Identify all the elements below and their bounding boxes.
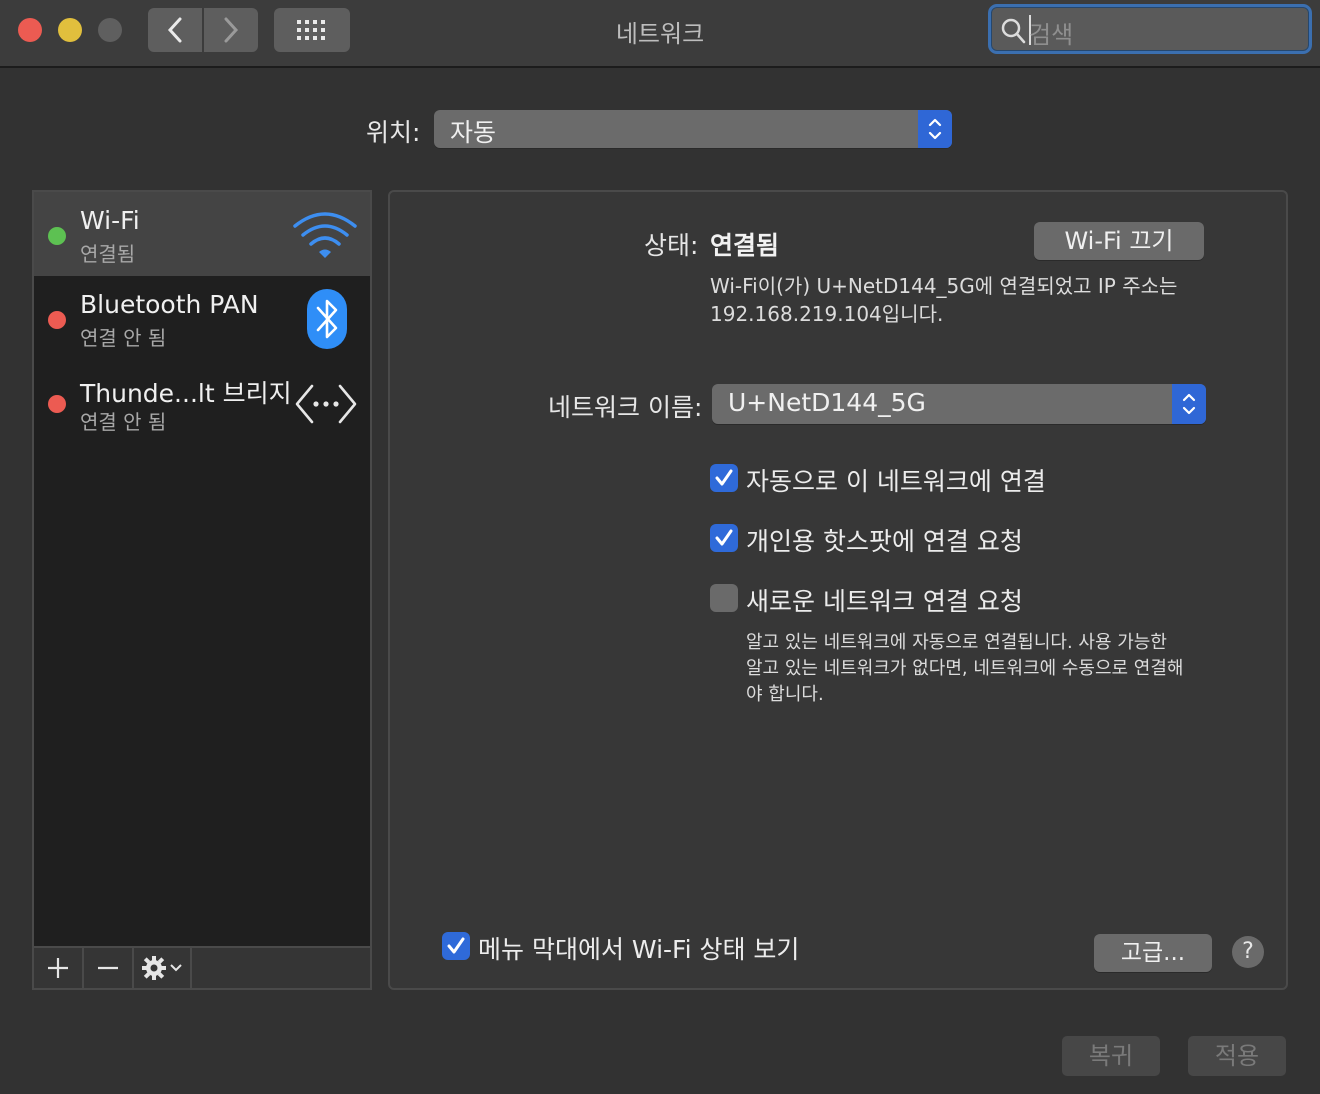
- location-label: 위치:: [366, 118, 421, 147]
- service-item-bluetooth-pan[interactable]: Bluetooth PAN 연결 안 됨: [34, 276, 370, 360]
- checkmark-icon: [715, 469, 733, 486]
- search-icon: [1001, 18, 1026, 44]
- status-label: 상태:: [644, 231, 699, 260]
- wifi-icon: [293, 212, 357, 258]
- back-button[interactable]: [148, 8, 202, 52]
- search-placeholder: 검색: [1029, 21, 1074, 49]
- status-description-line2: 192.168.219.104입니다.: [710, 302, 944, 326]
- action-menu-button[interactable]: [134, 948, 192, 988]
- ask-new-networks-checkbox[interactable]: [710, 584, 738, 612]
- service-name: Wi-Fi: [80, 206, 140, 235]
- hotspot-checkbox[interactable]: [710, 524, 738, 552]
- show-in-menu-bar-label[interactable]: 메뉴 막대에서 Wi-Fi 상태 보기: [478, 930, 799, 966]
- ask-description-line2: 알고 있는 네트워크가 없다면, 네트워크에 수동으로 연결해: [746, 658, 1184, 679]
- grid-icon: [297, 20, 325, 40]
- status-description-line1: Wi-Fi이(가) U+NetD144_5G에 연결되었고 IP 주소는: [710, 274, 1178, 298]
- bluetooth-icon: [307, 289, 347, 349]
- show-all-button[interactable]: [274, 8, 350, 52]
- service-item-wifi[interactable]: Wi-Fi 연결됨: [34, 192, 370, 276]
- location-stepper: [918, 110, 952, 148]
- chevron-down-icon: [170, 964, 182, 972]
- forward-button[interactable]: [204, 8, 258, 52]
- status-value: 연결됨: [710, 231, 780, 260]
- checkmark-icon: [447, 937, 465, 954]
- title-bar: 네트워크 검색: [0, 0, 1320, 68]
- service-status: 연결됨: [80, 242, 136, 266]
- network-name-popup[interactable]: U+NetD144_5G: [712, 384, 1206, 424]
- network-name-stepper: [1172, 384, 1206, 424]
- add-service-button[interactable]: [34, 948, 84, 988]
- status-dot: [48, 227, 66, 245]
- status-dot: [48, 311, 66, 329]
- apply-button[interactable]: 적용: [1188, 1036, 1286, 1076]
- minimize-window-button[interactable]: [58, 18, 82, 42]
- auto-join-label[interactable]: 자동으로 이 네트워크에 연결: [746, 462, 1046, 498]
- service-list-toolbar: [34, 946, 370, 988]
- search-field[interactable]: 검색: [988, 4, 1312, 54]
- gear-icon: [142, 956, 166, 980]
- up-down-chevron-icon: [1182, 393, 1196, 415]
- revert-button[interactable]: 복귀: [1062, 1036, 1160, 1076]
- service-item-thunderbolt-bridge[interactable]: Thunde...lt 브리지 연결 안 됨: [34, 360, 370, 444]
- show-in-menu-bar-checkbox[interactable]: [442, 932, 470, 960]
- service-status: 연결 안 됨: [80, 410, 167, 434]
- location-value: 자동: [450, 118, 497, 147]
- status-dot: [48, 395, 66, 413]
- plus-icon: [48, 958, 68, 978]
- location-popup[interactable]: 자동: [434, 110, 952, 148]
- network-name-label: 네트워크 이름:: [548, 393, 703, 422]
- service-name: Bluetooth PAN: [80, 290, 259, 319]
- service-status: 연결 안 됨: [80, 326, 167, 350]
- remove-service-button[interactable]: [84, 948, 134, 988]
- hotspot-label[interactable]: 개인용 핫스팟에 연결 요청: [746, 522, 1023, 558]
- service-name: Thunde...lt 브리지: [80, 379, 292, 408]
- up-down-chevron-icon: [928, 118, 942, 140]
- minus-icon: [98, 966, 118, 970]
- network-name-value: U+NetD144_5G: [728, 388, 926, 417]
- wifi-off-button[interactable]: Wi-Fi 끄기: [1034, 222, 1204, 260]
- zoom-window-button[interactable]: [98, 18, 122, 42]
- chevron-left-icon: [167, 17, 182, 43]
- service-list: Wi-Fi 연결됨 Bluetooth PAN 연결 안 됨 Thunde...…: [32, 190, 372, 990]
- auto-join-checkbox[interactable]: [710, 464, 738, 492]
- checkmark-icon: [715, 529, 733, 546]
- thunderbolt-bridge-icon: [295, 384, 357, 424]
- ask-description-line1: 알고 있는 네트워크에 자동으로 연결됩니다. 사용 가능한: [746, 632, 1167, 653]
- ask-new-networks-label[interactable]: 새로운 네트워크 연결 요청: [746, 582, 1023, 618]
- ask-description-line3: 야 합니다.: [746, 684, 824, 705]
- detail-panel: 상태: 연결됨 Wi-Fi 끄기 Wi-Fi이(가) U+NetD144_5G에…: [388, 190, 1288, 990]
- window-title: 네트워크: [615, 20, 705, 48]
- help-button[interactable]: ?: [1232, 936, 1264, 968]
- close-window-button[interactable]: [18, 18, 42, 42]
- advanced-button[interactable]: 고급...: [1094, 934, 1212, 972]
- chevron-right-icon: [224, 17, 239, 43]
